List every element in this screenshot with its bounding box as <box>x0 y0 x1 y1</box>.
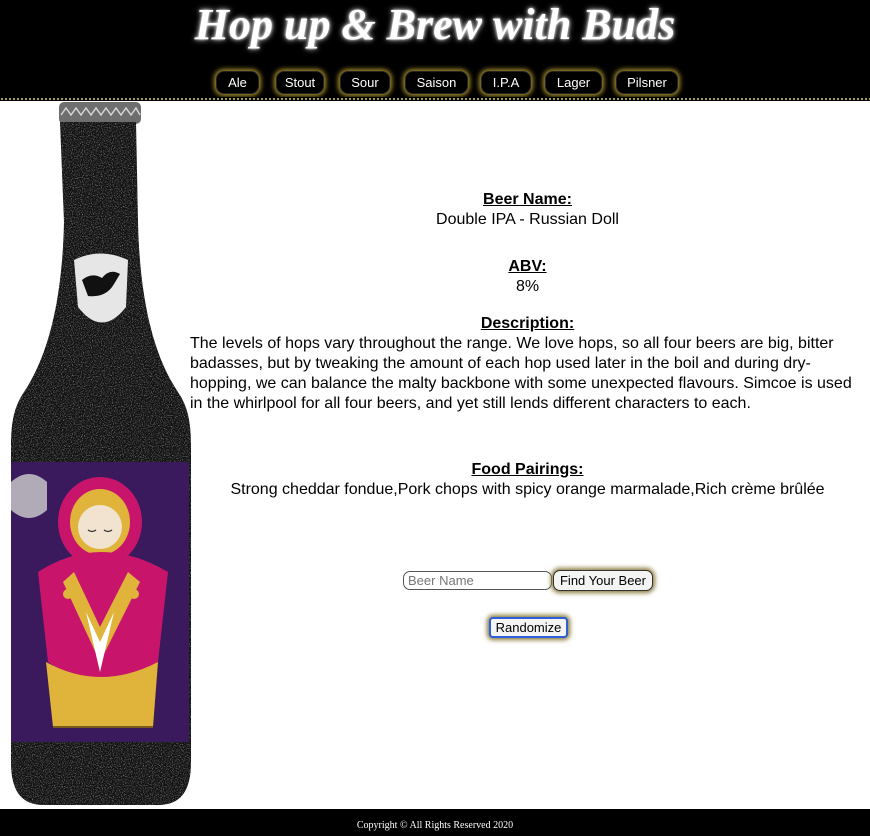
site-footer: Copyright © All Rights Reserved 2020 <box>0 809 870 836</box>
randomize-button[interactable]: Randomize <box>489 617 568 638</box>
site-title: Hop up & Brew with Buds <box>194 0 676 49</box>
find-your-beer-button[interactable]: Find Your Beer <box>553 570 653 591</box>
nav-button-sour[interactable]: Sour <box>340 71 390 94</box>
nav-button-lager[interactable]: Lager <box>545 71 602 94</box>
nav-button-saison[interactable]: Saison <box>405 71 468 94</box>
description-text: The levels of hops vary throughout the r… <box>190 335 852 412</box>
site-header: Hop up & Brew with Buds Ale Stout Sour S… <box>0 0 870 101</box>
beer-details: Beer Name: Double IPA - Russian Doll ABV… <box>190 190 865 500</box>
beer-name-search-input[interactable] <box>403 571 552 590</box>
nav-button-ale[interactable]: Ale <box>216 71 259 94</box>
bottle-cap <box>59 102 141 124</box>
nav-button-pilsner[interactable]: Pilsner <box>616 71 678 94</box>
russian-doll-label <box>11 462 189 742</box>
abv-value: 8% <box>515 278 540 295</box>
beer-name-value: Double IPA - Russian Doll <box>436 211 619 228</box>
nav-button-ipa[interactable]: I.P.A <box>481 71 531 94</box>
food-pairings-label: Food Pairings: <box>471 461 584 478</box>
beer-name-label: Beer Name: <box>483 191 572 208</box>
copyright-text: Copyright © All Rights Reserved 2020 <box>356 820 514 831</box>
food-pairings-text: Strong cheddar fondue,Pork chops with sp… <box>230 481 825 498</box>
nav-button-stout[interactable]: Stout <box>276 71 324 94</box>
header-dotted-border <box>0 97 870 101</box>
description-label: Description: <box>480 315 575 332</box>
beer-bottle-image <box>11 102 191 805</box>
beer-style-nav: Ale Stout Sour Saison I.P.A Lager Pilsne… <box>0 71 870 95</box>
abv-label: ABV: <box>508 258 547 275</box>
